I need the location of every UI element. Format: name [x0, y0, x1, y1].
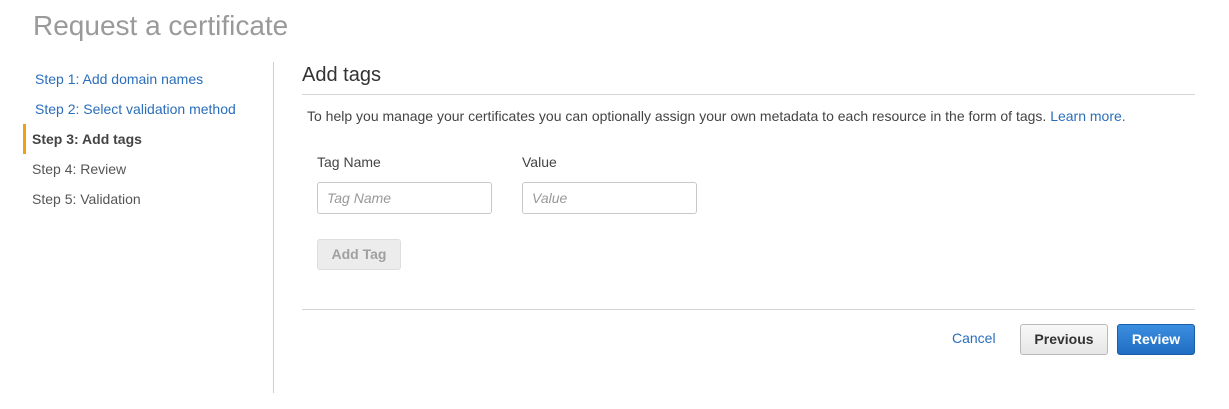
description-text: To help you manage your certificates you…: [307, 108, 1047, 124]
step-validation: Step 5: Validation: [32, 191, 141, 207]
tag-name-input[interactable]: [317, 182, 492, 214]
cancel-link[interactable]: Cancel: [952, 330, 996, 346]
section-divider-bottom: [302, 309, 1195, 310]
learn-more-link[interactable]: Learn more.: [1050, 108, 1125, 124]
step-add-tags-current: Step 3: Add tags: [23, 124, 263, 154]
tag-value-label: Value: [522, 154, 557, 170]
review-button[interactable]: Review: [1117, 324, 1195, 355]
section-divider-top: [302, 94, 1195, 95]
section-description: To help you manage your certificates you…: [307, 108, 1126, 124]
page-title: Request a certificate: [33, 10, 289, 41]
tag-value-input[interactable]: [522, 182, 697, 214]
tag-name-label: Tag Name: [317, 154, 381, 170]
add-tag-button[interactable]: Add Tag: [317, 239, 401, 270]
wizard-steps-nav: Step 1: Add domain names Step 2: Select …: [23, 64, 263, 214]
step-review: Step 4: Review: [32, 161, 127, 177]
previous-button[interactable]: Previous: [1020, 324, 1108, 355]
section-title: Add tags: [302, 64, 381, 86]
step-add-domain-names[interactable]: Step 1: Add domain names: [23, 64, 263, 94]
vertical-divider: [273, 62, 274, 393]
step-select-validation-method[interactable]: Step 2: Select validation method: [23, 94, 263, 124]
